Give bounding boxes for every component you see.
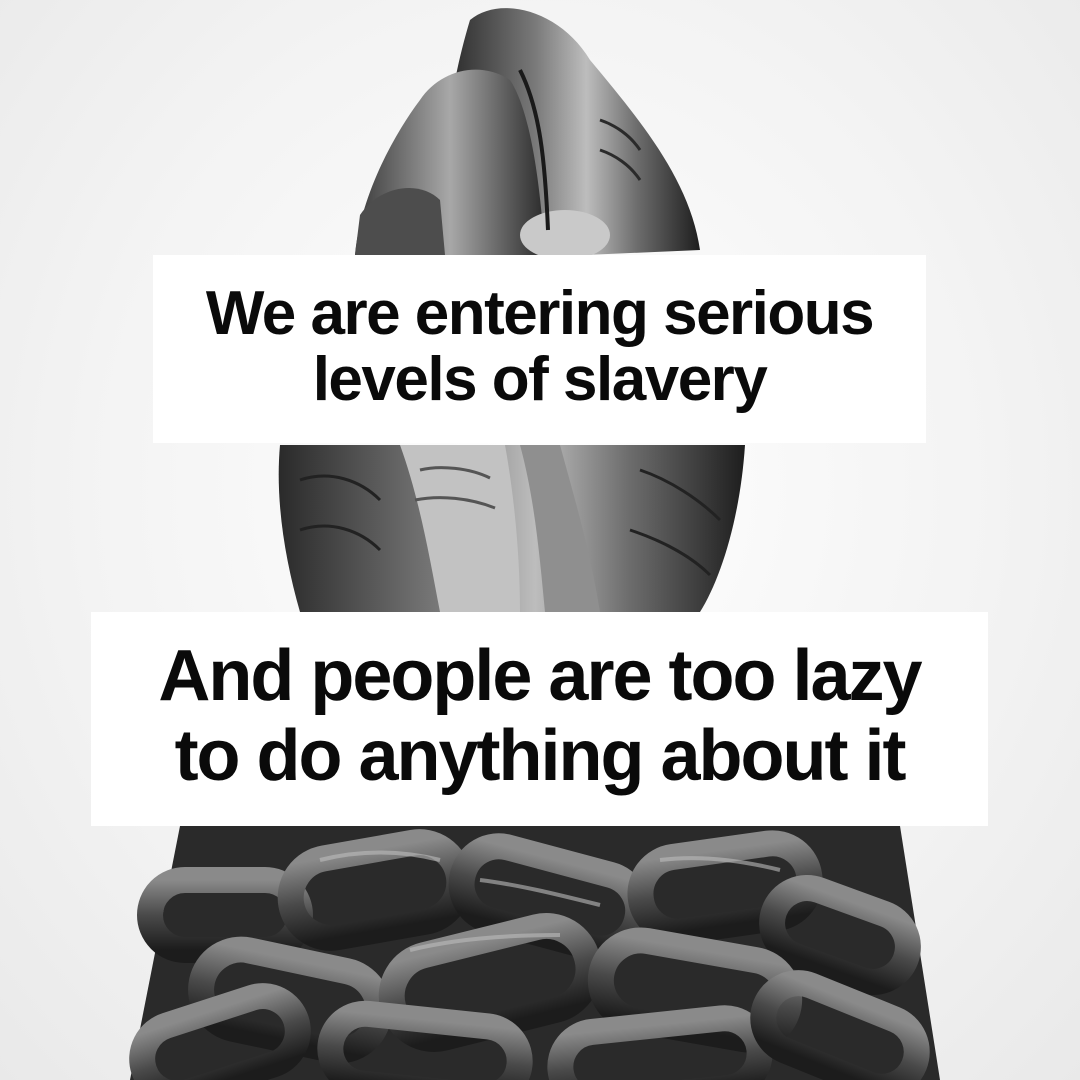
headline-line-1: We are entering serious: [205, 279, 875, 348]
palms: [278, 445, 745, 612]
chains: [129, 826, 940, 1080]
subline-line-1: And people are too lazy: [158, 636, 922, 716]
chained-hands-photo: [129, 8, 940, 1080]
headline-caption: We are entering serious levels of slaver…: [153, 255, 926, 443]
subline-caption: And people are too lazy to do anything a…: [91, 612, 988, 826]
post-canvas: We are entering serious levels of slaver…: [0, 0, 1080, 1080]
subline-line-2: to do anything about it: [174, 716, 907, 796]
headline-line-2: levels of slavery: [312, 345, 768, 414]
fingers: [355, 8, 700, 261]
